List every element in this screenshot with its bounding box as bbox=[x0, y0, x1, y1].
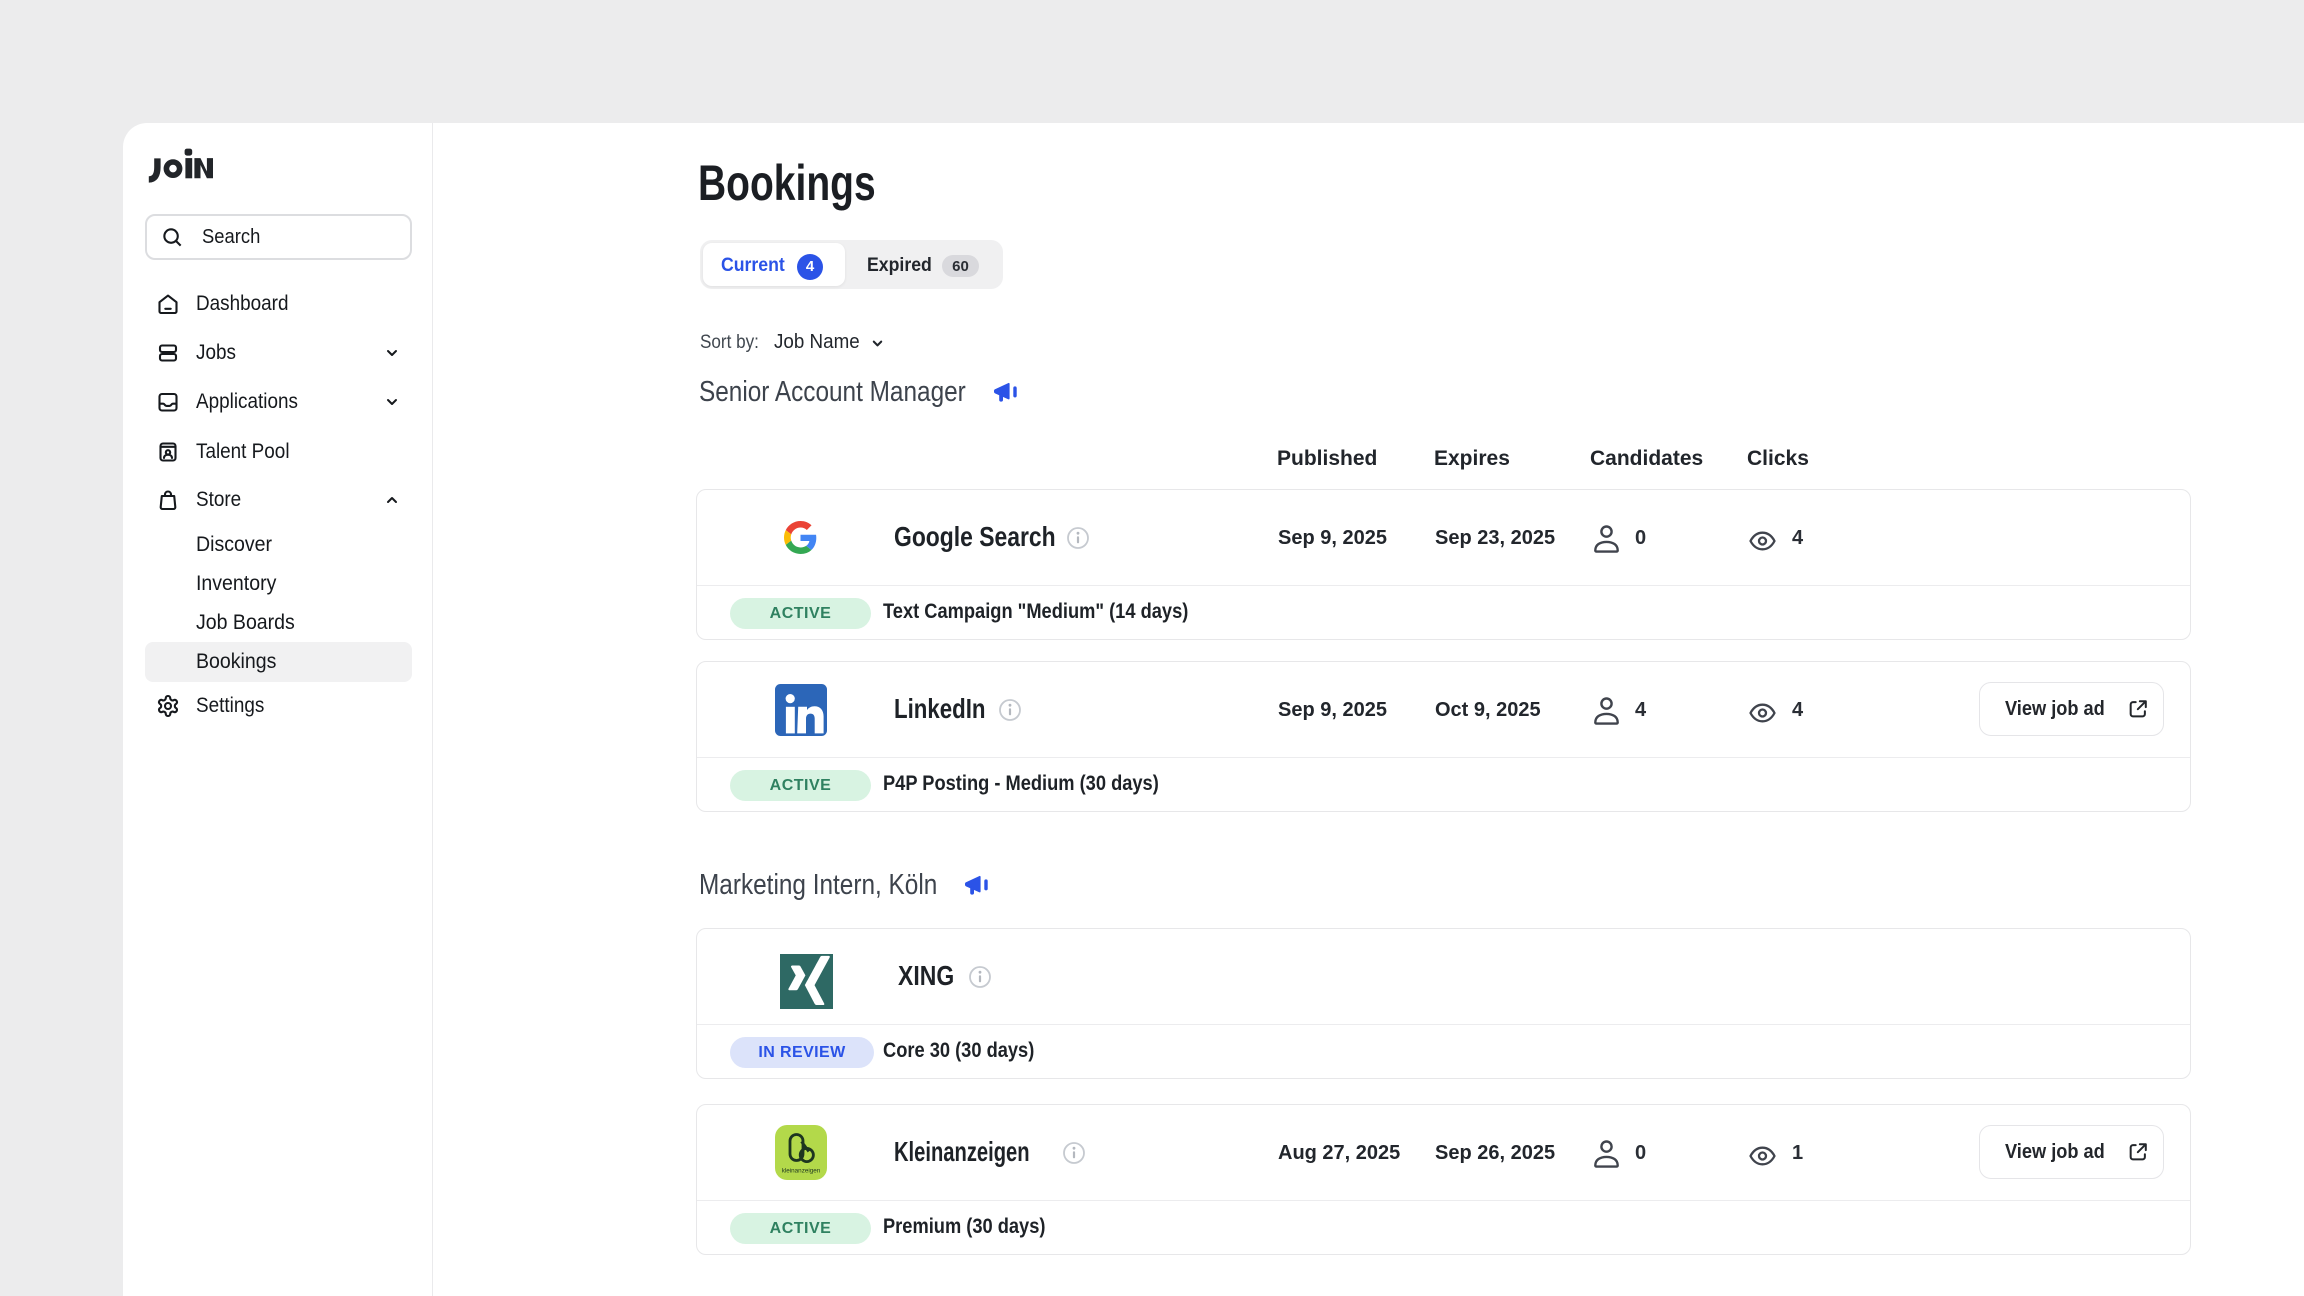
svg-text:kleinanzeigen: kleinanzeigen bbox=[782, 1168, 821, 1175]
